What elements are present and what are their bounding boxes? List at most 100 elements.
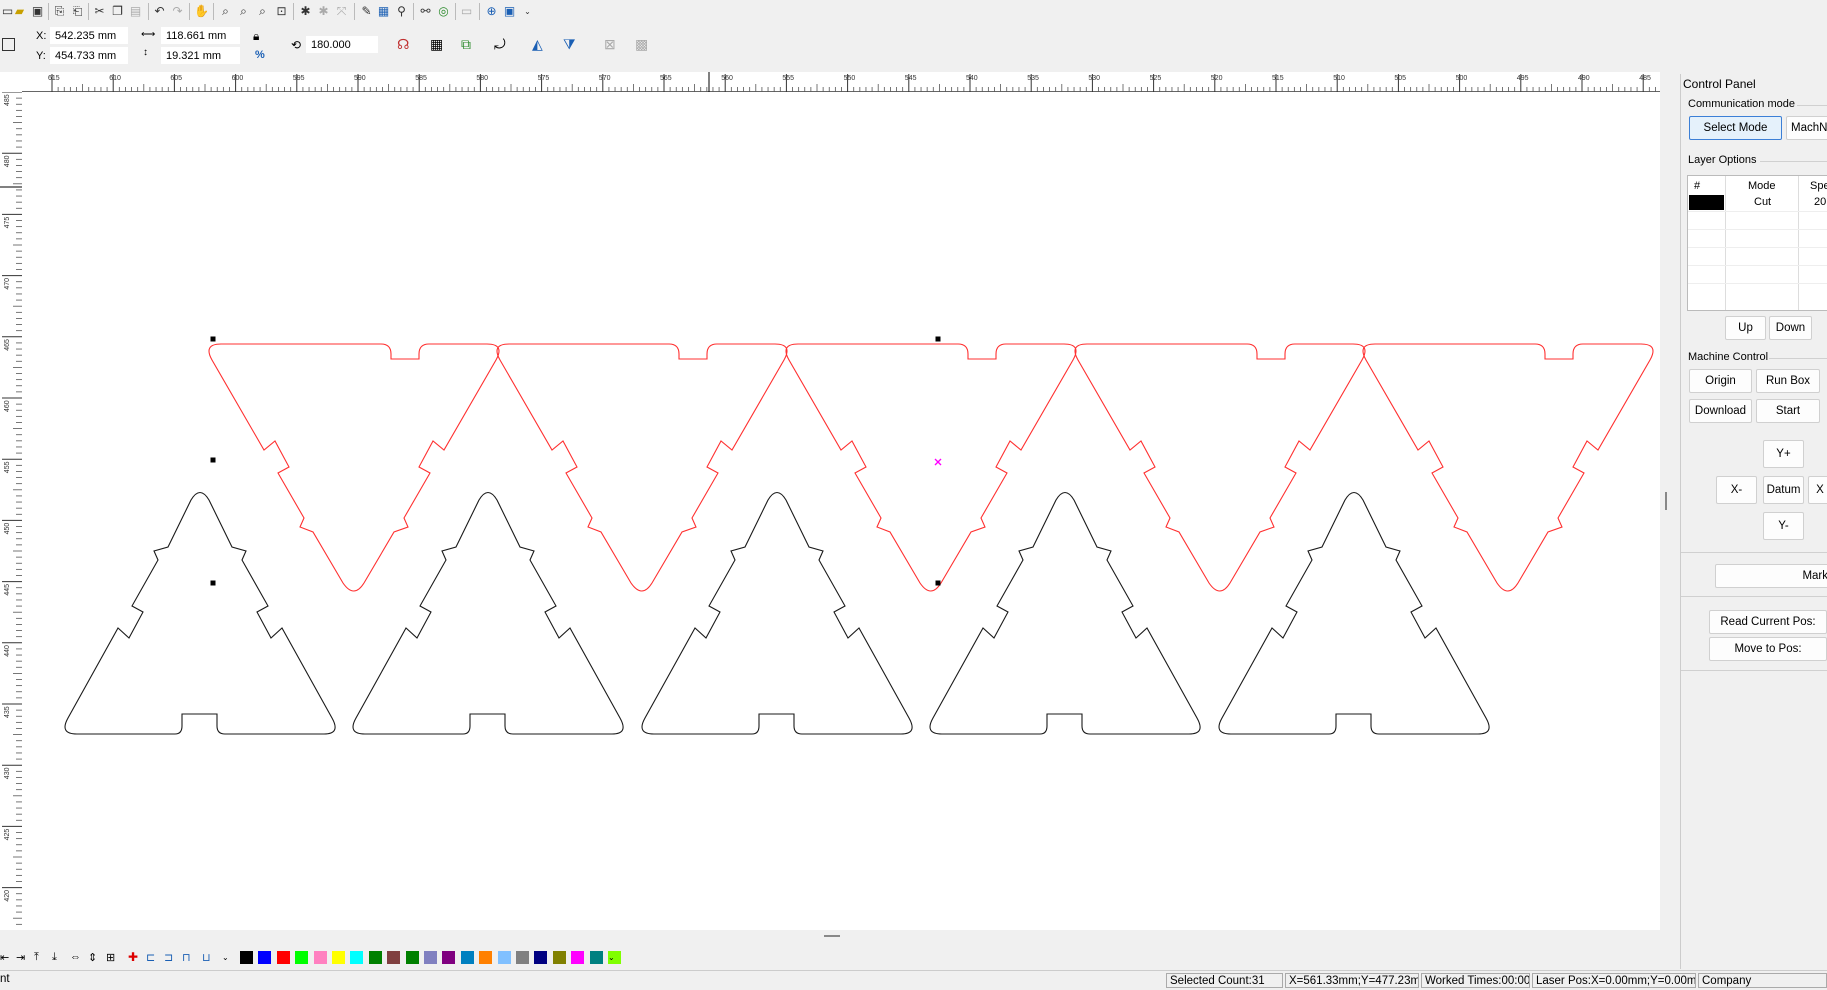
color-swatch[interactable] xyxy=(516,951,529,964)
color-swatch[interactable] xyxy=(387,951,401,964)
color-swatch[interactable] xyxy=(424,951,437,964)
pen-icon[interactable]: ✎ xyxy=(359,4,374,19)
percent-toggle[interactable]: % xyxy=(255,49,265,61)
x-plus-button[interactable]: X xyxy=(1808,476,1827,504)
laser-head-icon[interactable]: ☊ xyxy=(397,36,409,53)
pan-icon[interactable]: ✋ xyxy=(194,4,209,19)
color-swatch[interactable] xyxy=(276,951,290,964)
cross-icon[interactable]: ✚ xyxy=(128,950,138,964)
origin-button[interactable]: Origin xyxy=(1689,369,1752,393)
splitter-handle[interactable] xyxy=(1665,492,1667,510)
redo-icon[interactable]: ↷ xyxy=(170,4,185,19)
color-swatch[interactable] xyxy=(368,951,382,964)
selection-handle[interactable] xyxy=(210,457,216,463)
layer-up-button[interactable]: Up xyxy=(1725,316,1766,340)
search-icon[interactable]: ⚲ xyxy=(394,4,409,19)
zoom-out-icon[interactable]: ⌕ xyxy=(255,4,270,19)
move-to-pos-button[interactable]: Move to Pos: xyxy=(1709,637,1827,661)
ungroup-icon[interactable]: ▩ xyxy=(635,36,648,53)
same-height-icon[interactable]: ⊐ xyxy=(164,951,173,964)
save-icon[interactable]: ▣ xyxy=(30,4,45,19)
color-swatch[interactable] xyxy=(571,951,585,964)
selection-center-mark[interactable] xyxy=(934,458,942,466)
y-plus-button[interactable]: Y+ xyxy=(1763,440,1804,468)
layer-mode-value[interactable]: Cut xyxy=(1754,196,1771,208)
layer-table[interactable]: # Mode Spe Cut 20 xyxy=(1687,175,1827,311)
monitor-icon[interactable]: ▣ xyxy=(502,4,517,19)
download-button[interactable]: Download xyxy=(1689,399,1752,423)
read-current-pos-button[interactable]: Read Current Pos: xyxy=(1709,610,1827,634)
y-minus-button[interactable]: Y- xyxy=(1763,512,1804,540)
layer-col-number[interactable]: # xyxy=(1694,180,1700,192)
layer-col-speed[interactable]: Spe xyxy=(1810,180,1827,192)
machine-name-select[interactable]: MachNa xyxy=(1786,116,1827,140)
selection-handle[interactable] xyxy=(210,336,216,342)
layer-col-mode[interactable]: Mode xyxy=(1748,180,1776,192)
triangle-shape[interactable] xyxy=(496,343,788,592)
layer-down-button[interactable]: Down xyxy=(1769,316,1812,340)
more-colors-icon[interactable]: ⌄ xyxy=(608,953,615,962)
rotation-field[interactable]: 180.000 xyxy=(306,36,378,53)
center-h-icon[interactable]: ⇔ xyxy=(70,951,81,963)
target-icon[interactable]: ◎ xyxy=(436,4,451,19)
selection-handle[interactable] xyxy=(935,336,941,342)
tree-shape[interactable] xyxy=(64,491,336,735)
paste-icon[interactable]: ▤ xyxy=(128,4,143,19)
import-icon[interactable]: ⎘ xyxy=(52,4,67,19)
mirror-h-icon[interactable]: ◭ xyxy=(532,36,543,53)
color-swatch[interactable] xyxy=(589,951,603,964)
array-icon[interactable]: ▦ xyxy=(376,4,391,19)
mirror-v-icon[interactable]: ⧩ xyxy=(563,36,576,53)
artwork[interactable] xyxy=(22,92,1660,930)
width-field[interactable]: 118.661 mm xyxy=(161,27,240,44)
triangle-shape[interactable] xyxy=(785,343,1077,592)
align-icon[interactable]: ⧉ xyxy=(461,36,471,53)
bottom-splitter-handle[interactable] xyxy=(824,935,840,937)
x-minus-button[interactable]: X- xyxy=(1716,476,1757,504)
display-icon[interactable]: ▭ xyxy=(459,4,474,19)
align-bottom-icon[interactable]: ⤓ xyxy=(52,951,57,964)
same-size-icon[interactable]: ⊓ xyxy=(182,951,191,964)
color-swatch[interactable] xyxy=(497,951,511,964)
open-icon[interactable]: ▰ xyxy=(12,4,27,19)
color-swatch[interactable] xyxy=(442,951,456,964)
triangle-shape[interactable] xyxy=(1362,343,1654,592)
distribute-icon[interactable]: ⊔ xyxy=(202,951,211,964)
align-right-icon[interactable]: ⇥ xyxy=(16,951,25,964)
more-icon[interactable]: ⌄ xyxy=(520,4,535,19)
color-swatch[interactable] xyxy=(350,951,364,964)
align-left-icon[interactable]: ⇤ xyxy=(0,951,9,964)
color-swatch[interactable] xyxy=(240,951,253,964)
datum-button[interactable]: Datum xyxy=(1763,476,1804,504)
x-position-field[interactable]: 542.235 mm xyxy=(50,27,128,44)
drawing-canvas[interactable] xyxy=(22,92,1660,930)
color-swatch[interactable] xyxy=(534,951,548,964)
run-box-button[interactable]: Run Box xyxy=(1756,369,1820,393)
triangle-shape[interactable] xyxy=(1074,343,1366,592)
selection-handle[interactable] xyxy=(210,580,216,586)
cut-icon[interactable]: ✂ xyxy=(92,4,107,19)
height-field[interactable]: 19.321 mm xyxy=(161,47,240,64)
same-width-icon[interactable]: ⊏ xyxy=(146,951,155,964)
color-swatch[interactable] xyxy=(295,951,309,964)
group-icon[interactable]: ⊠ xyxy=(604,36,616,53)
zoom-fit-icon[interactable]: ⊡ xyxy=(274,4,289,19)
start-button[interactable]: Start xyxy=(1756,399,1820,423)
layer-speed-value[interactable]: 20 xyxy=(1814,196,1826,208)
tree-shape[interactable] xyxy=(929,491,1201,735)
color-swatch[interactable] xyxy=(313,951,327,964)
copy-icon[interactable]: ❐ xyxy=(110,4,125,19)
break-icon[interactable]: ⤧ xyxy=(334,4,349,19)
more-align-icon[interactable]: ⌄ xyxy=(222,953,229,962)
tree-shape[interactable] xyxy=(352,491,624,735)
center-icon[interactable]: ⊞ xyxy=(106,951,115,964)
tree-shape[interactable] xyxy=(641,491,913,735)
hand-rotate-icon[interactable]: ⤾ xyxy=(494,36,506,53)
anchor-icon[interactable] xyxy=(2,38,15,51)
tree-shape[interactable] xyxy=(1218,491,1490,735)
triangle-shape[interactable] xyxy=(208,343,500,592)
undo-icon[interactable]: ↶ xyxy=(152,4,167,19)
globe-icon[interactable]: ⊕ xyxy=(484,4,499,19)
layer-row[interactable]: Cut 20 xyxy=(1688,194,1827,211)
node-disabled-icon[interactable]: ✱ xyxy=(316,4,331,19)
